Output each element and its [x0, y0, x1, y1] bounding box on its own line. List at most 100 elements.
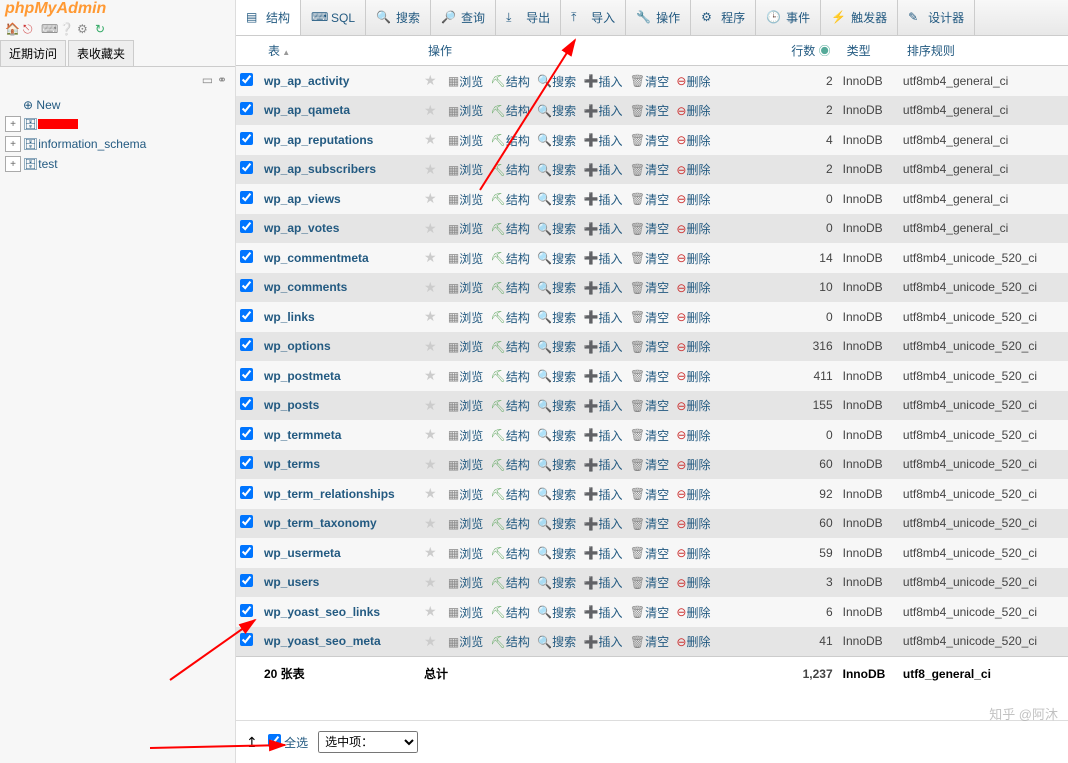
- search-action[interactable]: 🔍 搜索: [537, 161, 576, 178]
- table-name[interactable]: wp_users: [260, 568, 420, 598]
- empty-action[interactable]: 🗑 清空: [630, 220, 669, 237]
- empty-action[interactable]: 🗑 清空: [630, 515, 669, 532]
- browse-action[interactable]: ▦ 浏览: [448, 338, 483, 355]
- empty-action[interactable]: 🗑 清空: [630, 132, 669, 149]
- search-action[interactable]: 🔍 搜索: [537, 456, 576, 473]
- tab-触发器[interactable]: ⚡触发器: [821, 0, 898, 35]
- insert-action[interactable]: ➕ 插入: [584, 574, 623, 591]
- structure-action[interactable]: ⛏ 结构: [491, 279, 530, 296]
- row-checkbox[interactable]: [240, 309, 253, 322]
- search-action[interactable]: 🔍 搜索: [537, 191, 576, 208]
- drop-action[interactable]: ⊖ 删除: [676, 515, 710, 532]
- link-icon[interactable]: ⚭: [217, 73, 227, 87]
- browse-action[interactable]: ▦ 浏览: [448, 279, 483, 296]
- search-action[interactable]: 🔍 搜索: [537, 604, 576, 621]
- row-checkbox[interactable]: [240, 574, 253, 587]
- table-name[interactable]: wp_terms: [260, 450, 420, 480]
- tree-new[interactable]: ⊕ New: [5, 96, 230, 114]
- with-selected-dropdown[interactable]: 选中项：: [318, 731, 418, 753]
- browse-action[interactable]: ▦ 浏览: [448, 250, 483, 267]
- row-checkbox[interactable]: [240, 102, 253, 115]
- insert-action[interactable]: ➕ 插入: [584, 191, 623, 208]
- empty-action[interactable]: 🗑 清空: [630, 368, 669, 385]
- insert-action[interactable]: ➕ 插入: [584, 73, 623, 90]
- star-icon[interactable]: ★: [424, 603, 437, 619]
- tab-事件[interactable]: 🕒事件: [756, 0, 821, 35]
- tab-结构[interactable]: ▤结构: [236, 0, 301, 35]
- tab-查询[interactable]: 🔎查询: [431, 0, 496, 35]
- empty-action[interactable]: 🗑 清空: [630, 102, 669, 119]
- structure-action[interactable]: ⛏ 结构: [491, 486, 530, 503]
- row-checkbox[interactable]: [240, 633, 253, 646]
- empty-action[interactable]: 🗑 清空: [630, 427, 669, 444]
- search-action[interactable]: 🔍 搜索: [537, 102, 576, 119]
- table-name[interactable]: wp_ap_qameta: [260, 96, 420, 126]
- drop-action[interactable]: ⊖ 删除: [676, 191, 710, 208]
- gear-icon[interactable]: ⚙: [77, 22, 93, 38]
- table-name[interactable]: wp_term_relationships: [260, 479, 420, 509]
- star-icon[interactable]: ★: [424, 485, 437, 501]
- empty-action[interactable]: 🗑 清空: [630, 191, 669, 208]
- drop-action[interactable]: ⊖ 删除: [676, 427, 710, 444]
- drop-action[interactable]: ⊖ 删除: [676, 574, 710, 591]
- browse-action[interactable]: ▦ 浏览: [448, 427, 483, 444]
- tab-搜索[interactable]: 🔍搜索: [366, 0, 431, 35]
- star-icon[interactable]: ★: [424, 102, 437, 118]
- sql-icon[interactable]: ⌨: [41, 22, 57, 38]
- browse-action[interactable]: ▦ 浏览: [448, 220, 483, 237]
- search-action[interactable]: 🔍 搜索: [537, 73, 576, 90]
- insert-action[interactable]: ➕ 插入: [584, 545, 623, 562]
- structure-action[interactable]: ⛏ 结构: [491, 604, 530, 621]
- insert-action[interactable]: ➕ 插入: [584, 161, 623, 178]
- insert-action[interactable]: ➕ 插入: [584, 250, 623, 267]
- empty-action[interactable]: 🗑 清空: [630, 279, 669, 296]
- drop-action[interactable]: ⊖ 删除: [676, 545, 710, 562]
- search-action[interactable]: 🔍 搜索: [537, 545, 576, 562]
- drop-action[interactable]: ⊖ 删除: [676, 309, 710, 326]
- empty-action[interactable]: 🗑 清空: [630, 338, 669, 355]
- star-icon[interactable]: ★: [424, 633, 437, 649]
- insert-action[interactable]: ➕ 插入: [584, 456, 623, 473]
- expand-icon[interactable]: +: [5, 156, 21, 172]
- drop-action[interactable]: ⊖ 删除: [676, 132, 710, 149]
- drop-action[interactable]: ⊖ 删除: [676, 161, 710, 178]
- insert-action[interactable]: ➕ 插入: [584, 279, 623, 296]
- drop-action[interactable]: ⊖ 删除: [676, 279, 710, 296]
- table-name[interactable]: wp_ap_reputations: [260, 125, 420, 155]
- star-icon[interactable]: ★: [424, 131, 437, 147]
- exit-icon[interactable]: ⎋: [23, 22, 39, 38]
- browse-action[interactable]: ▦ 浏览: [448, 132, 483, 149]
- reload-icon[interactable]: ↻: [95, 22, 111, 38]
- star-icon[interactable]: ★: [424, 574, 437, 590]
- table-name[interactable]: wp_yoast_seo_meta: [260, 627, 420, 657]
- check-all-label[interactable]: 全选: [284, 736, 308, 750]
- tab-操作[interactable]: 🔧操作: [626, 0, 691, 35]
- drop-action[interactable]: ⊖ 删除: [676, 368, 710, 385]
- empty-action[interactable]: 🗑 清空: [630, 456, 669, 473]
- search-action[interactable]: 🔍 搜索: [537, 250, 576, 267]
- structure-action[interactable]: ⛏ 结构: [491, 73, 530, 90]
- star-icon[interactable]: ★: [424, 338, 437, 354]
- star-icon[interactable]: ★: [424, 308, 437, 324]
- browse-action[interactable]: ▦ 浏览: [448, 73, 483, 90]
- tab-程序[interactable]: ⚙程序: [691, 0, 756, 35]
- browse-action[interactable]: ▦ 浏览: [448, 309, 483, 326]
- drop-action[interactable]: ⊖ 删除: [676, 73, 710, 90]
- expand-icon[interactable]: +: [5, 116, 21, 132]
- structure-action[interactable]: ⛏ 结构: [491, 309, 530, 326]
- empty-action[interactable]: 🗑 清空: [630, 604, 669, 621]
- row-checkbox[interactable]: [240, 545, 253, 558]
- search-action[interactable]: 🔍 搜索: [537, 633, 576, 650]
- table-name[interactable]: wp_ap_activity: [260, 66, 420, 96]
- star-icon[interactable]: ★: [424, 515, 437, 531]
- structure-action[interactable]: ⛏ 结构: [491, 250, 530, 267]
- structure-action[interactable]: ⛏ 结构: [491, 368, 530, 385]
- search-action[interactable]: 🔍 搜索: [537, 574, 576, 591]
- table-name[interactable]: wp_term_taxonomy: [260, 509, 420, 539]
- star-icon[interactable]: ★: [424, 456, 437, 472]
- insert-action[interactable]: ➕ 插入: [584, 368, 623, 385]
- structure-action[interactable]: ⛏ 结构: [491, 515, 530, 532]
- table-scroll[interactable]: 表 操作 行数 ◉ 类型 排序规则 wp_ap_activity ★ ▦ 浏览 …: [236, 36, 1068, 720]
- table-name[interactable]: wp_links: [260, 302, 420, 332]
- structure-action[interactable]: ⛏ 结构: [491, 545, 530, 562]
